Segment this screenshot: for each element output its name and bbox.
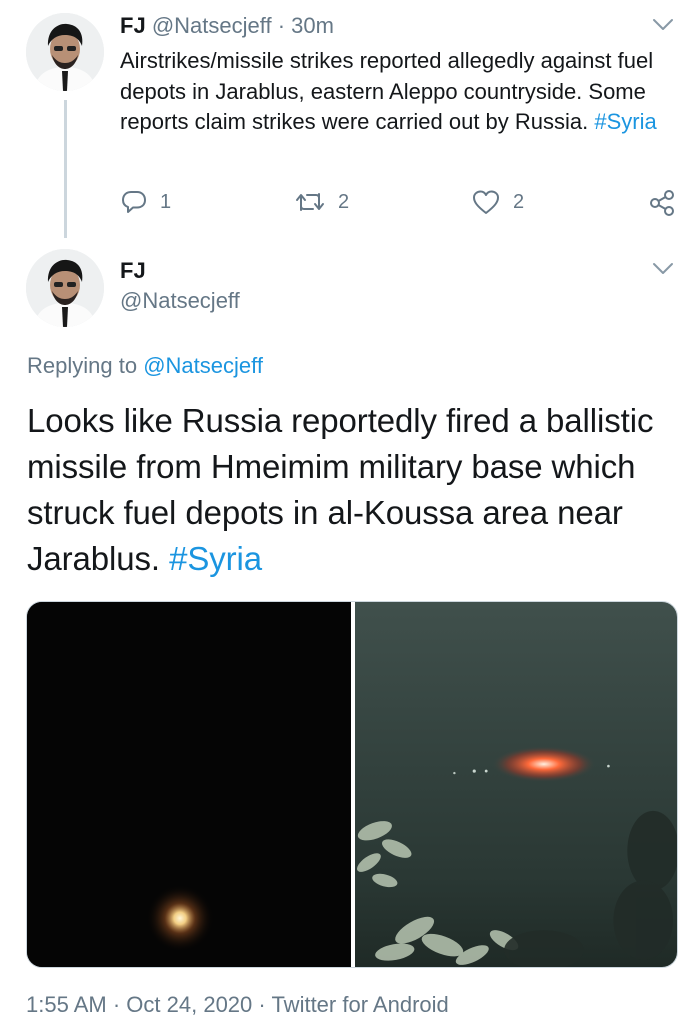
chevron-down-icon[interactable] — [652, 262, 674, 276]
chevron-down-icon[interactable] — [652, 18, 674, 32]
mention-link[interactable]: @Natsecjeff — [143, 353, 263, 378]
media-grid — [26, 601, 678, 968]
media-photo-fire[interactable] — [355, 602, 677, 967]
handle[interactable]: @Natsecjeff — [152, 13, 272, 38]
media-photo-night-launch[interactable] — [27, 602, 351, 967]
footer-source[interactable]: Twitter for Android — [271, 992, 448, 1017]
reply-button[interactable]: 1 — [120, 188, 171, 216]
tweet-actions: 1 2 2 — [0, 188, 700, 220]
separator: · — [258, 992, 266, 1017]
tweet-text: Airstrikes/missile strikes reported alle… — [120, 48, 654, 134]
share-icon — [650, 190, 674, 216]
like-icon — [473, 190, 499, 214]
reply-icon — [122, 191, 146, 213]
separator: · — [112, 992, 121, 1017]
like-count: 2 — [513, 190, 525, 213]
tweet1-header: FJ @Natsecjeff · 30m — [120, 12, 334, 40]
tweet-footer: 1:55 AM · Oct 24, 2020 · Twitter for And… — [26, 992, 449, 1018]
avatar[interactable] — [26, 13, 104, 91]
timestamp[interactable]: 30m — [291, 13, 334, 38]
retweet-button[interactable]: 2 — [294, 188, 349, 216]
handle[interactable]: @Natsecjeff — [120, 288, 240, 314]
display-name[interactable]: FJ — [120, 13, 146, 38]
tweet2-text: Looks like Russia reportedly fired a bal… — [27, 398, 677, 582]
tweet-text: Looks like Russia reportedly fired a bal… — [27, 402, 654, 577]
tweet1-text: Airstrikes/missile strikes reported alle… — [120, 46, 680, 138]
reply-count: 1 — [160, 190, 172, 213]
replying-to: Replying to @Natsecjeff — [27, 353, 263, 379]
footer-date[interactable]: Oct 24, 2020 — [126, 992, 252, 1017]
share-button[interactable] — [648, 188, 676, 216]
separator: · — [277, 13, 286, 38]
retweet-count: 2 — [338, 190, 350, 213]
display-name[interactable]: FJ — [120, 258, 146, 284]
footer-time[interactable]: 1:55 AM — [26, 992, 107, 1017]
avatar[interactable] — [26, 249, 104, 327]
retweet-icon — [296, 193, 324, 211]
replying-to-label: Replying to — [27, 353, 138, 378]
hashtag-link[interactable]: #Syria — [169, 540, 262, 577]
hashtag-link[interactable]: #Syria — [594, 109, 656, 134]
like-button[interactable]: 2 — [471, 188, 524, 216]
